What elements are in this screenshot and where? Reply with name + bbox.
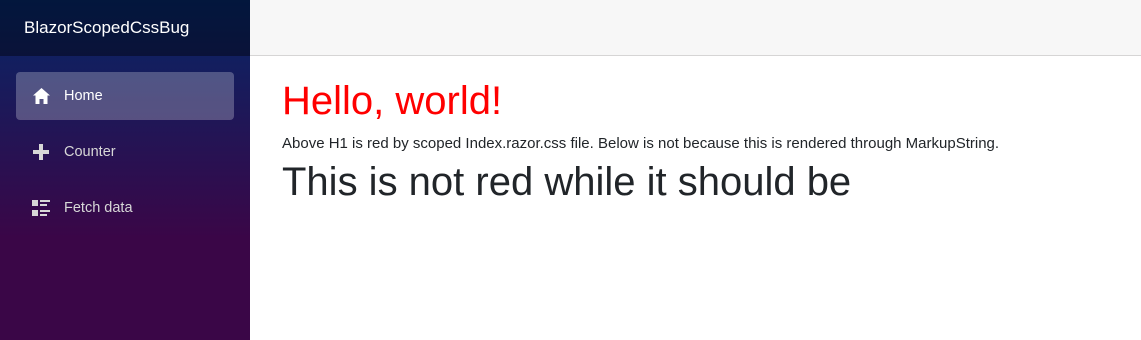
sidebar: BlazorScopedCssBug Home Counter Fetch da… [0, 0, 250, 340]
sidebar-item-label: Counter [64, 144, 116, 160]
sidebar-item-home[interactable]: Home [16, 72, 234, 120]
sidebar-item-label: Home [64, 88, 103, 104]
description-text: Above H1 is red by scoped Index.razor.cs… [282, 135, 1000, 152]
plus-icon [32, 143, 50, 161]
markup-string-heading: This is not red while it should be [282, 160, 852, 204]
home-icon [32, 87, 50, 105]
sidebar-nav: Home Counter Fetch data [0, 56, 250, 232]
list-rich-icon [32, 199, 50, 217]
brand-bar: BlazorScopedCssBug [0, 0, 250, 56]
app-root: BlazorScopedCssBug Home Counter Fetch da… [0, 0, 1141, 340]
brand-link[interactable]: BlazorScopedCssBug [24, 18, 189, 38]
top-row [250, 0, 1141, 56]
page-title: Hello, world! [282, 79, 503, 123]
sidebar-item-label: Fetch data [64, 200, 133, 216]
sidebar-item-fetch-data[interactable]: Fetch data [16, 184, 234, 232]
main-content: Hello, world! Above H1 is red by scoped … [250, 56, 1141, 340]
sidebar-item-counter[interactable]: Counter [16, 128, 234, 176]
